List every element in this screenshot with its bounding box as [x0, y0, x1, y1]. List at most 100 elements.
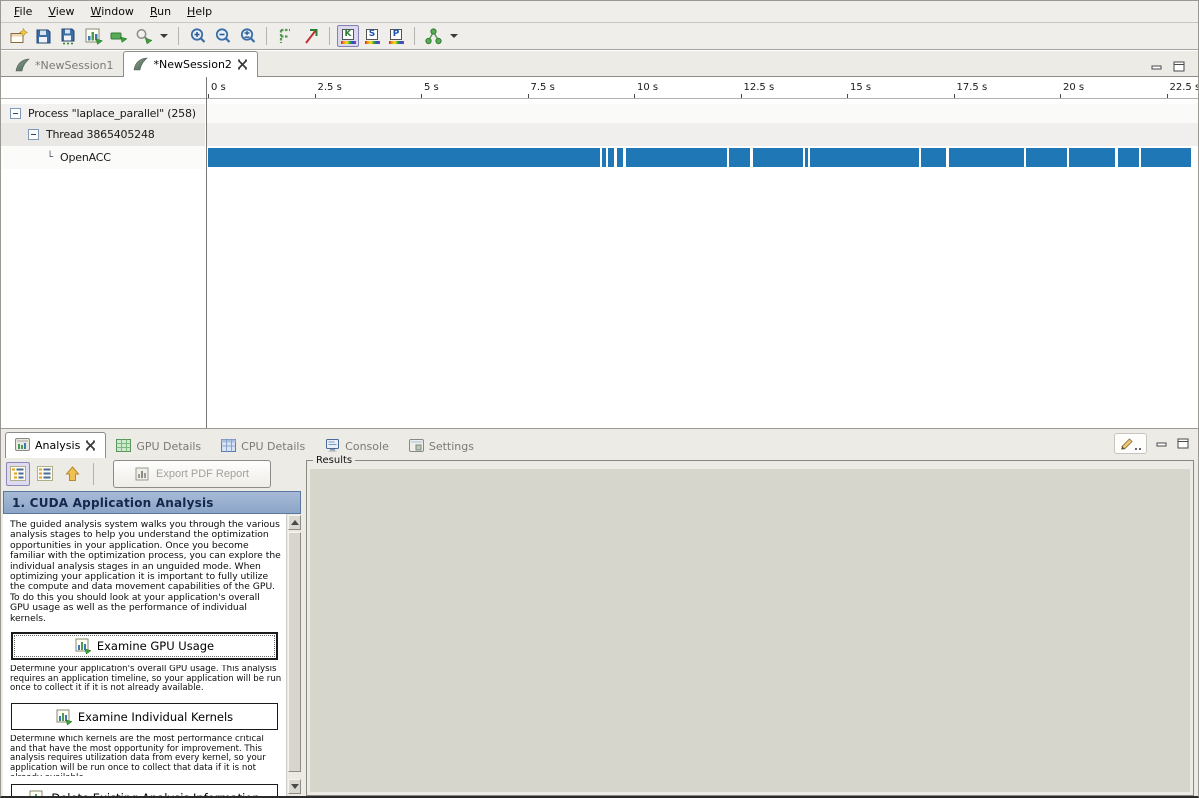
openacc-interval[interactable] — [805, 148, 808, 167]
profile-application-icon[interactable] — [81, 25, 106, 48]
ruler-tick — [421, 94, 422, 98]
ruler-tick — [1060, 94, 1061, 98]
close-icon[interactable] — [85, 440, 96, 451]
analysis-tree-icon[interactable] — [421, 25, 446, 48]
stage-button-label: Examine Individual Kernels — [78, 710, 233, 724]
toolbar-separator — [93, 463, 94, 485]
menu-item-window[interactable]: Window — [83, 2, 142, 21]
openacc-interval[interactable] — [617, 148, 623, 167]
openacc-interval[interactable] — [1069, 148, 1115, 167]
scroll-down-icon[interactable] — [288, 779, 301, 794]
dropdown-caret-icon[interactable] — [160, 34, 168, 38]
panel-tab-cpu-details[interactable]: CPU Details — [211, 434, 315, 458]
ruler-tick — [954, 94, 955, 98]
ruler-tick — [1167, 94, 1168, 98]
kernel-colorby-button[interactable]: K — [337, 25, 359, 47]
tree-timeline-sash[interactable] — [206, 77, 207, 428]
openacc-interval[interactable] — [1141, 148, 1191, 167]
openacc-interval[interactable] — [608, 148, 614, 167]
up-level-icon[interactable] — [60, 462, 84, 486]
scroll-up-icon[interactable] — [288, 515, 301, 530]
console-icon — [325, 439, 340, 455]
panel-tab-analysis[interactable]: Analysis — [5, 432, 106, 458]
bar-chart-icon — [56, 709, 72, 725]
openacc-interval[interactable] — [1026, 148, 1067, 167]
panel-tab-gpu-details[interactable]: GPU Details — [106, 434, 211, 458]
session-tab-newsession2[interactable]: *NewSession2 — [123, 51, 257, 77]
analysis-tab-icon — [15, 438, 30, 454]
scrollbar-thumb[interactable] — [288, 532, 301, 772]
examine-gpu-usage-button[interactable]: Examine GPU Usage — [11, 632, 278, 660]
ruler-tick — [208, 94, 209, 98]
ruler-label: 12.5 s — [744, 82, 775, 93]
openacc-interval[interactable] — [921, 148, 946, 167]
openacc-interval[interactable] — [208, 148, 600, 167]
save-all-icon[interactable] — [56, 25, 81, 48]
filter-marker-icon[interactable] — [273, 25, 298, 48]
timeline-tree-row-thread-3865405248[interactable]: Thread 3865405248 — [1, 123, 205, 146]
openacc-interval[interactable] — [753, 148, 803, 167]
collapse-icon[interactable] — [28, 129, 39, 140]
maximize-icon[interactable] — [1173, 57, 1186, 76]
ruler-label: 2.5 s — [318, 82, 342, 93]
ruler-label: 22.5 s — [1170, 82, 1199, 93]
session-icon — [15, 58, 30, 72]
collapse-icon[interactable] — [10, 108, 21, 119]
ruler-label: 17.5 s — [957, 82, 988, 93]
minimize-icon[interactable] — [1156, 434, 1168, 453]
panel-tab-label: GPU Details — [136, 440, 201, 453]
openacc-interval[interactable] — [626, 148, 727, 167]
close-icon[interactable] — [237, 59, 248, 70]
session-tab-label: *NewSession2 — [153, 58, 231, 71]
openacc-interval[interactable] — [602, 148, 606, 167]
process-colorby-button[interactable]: P — [385, 25, 407, 47]
unguided-analysis-toggle[interactable] — [33, 462, 57, 486]
export-pdf-button[interactable]: Export PDF Report — [113, 460, 271, 488]
stage-body: The guided analysis system walks you thr… — [3, 514, 286, 798]
tree-row-label: OpenACC — [60, 151, 111, 164]
minimize-icon[interactable] — [1151, 57, 1163, 76]
tree-row-label: Thread 3865405248 — [46, 128, 155, 141]
timeline-options-icon[interactable] — [106, 25, 131, 48]
menu-bar: FileViewWindowRunHelp — [1, 1, 1198, 23]
session-tab-bar: *NewSession1 *NewSession2 — [1, 51, 1198, 77]
session-tab-newsession1[interactable]: *NewSession1 — [5, 53, 123, 76]
zoom-fit-icon[interactable] — [235, 25, 260, 48]
analysis-toolbar: Export PDF Report — [1, 458, 303, 490]
tree-row-label: Process "laplace_parallel" (258) — [28, 107, 196, 120]
examine-individual-kernels-button[interactable]: Examine Individual Kernels — [11, 703, 278, 730]
tree-branch-icon: └ — [47, 152, 53, 163]
toolbar-separator — [266, 27, 267, 45]
guided-analysis-toggle[interactable] — [6, 462, 30, 486]
timeline-ruler: 0 s2.5 s5 s7.5 s10 s12.5 s15 s17.5 s20 s… — [1, 79, 1199, 99]
pin-editor-icon[interactable] — [1114, 433, 1147, 454]
openacc-interval[interactable] — [729, 148, 750, 167]
toolbar-separator — [414, 27, 415, 45]
timeline-tree-row-openacc[interactable]: └ OpenACC — [1, 146, 205, 169]
openacc-interval[interactable] — [810, 148, 919, 167]
menu-item-run[interactable]: Run — [142, 2, 179, 21]
session-tab-label: *NewSession1 — [35, 59, 113, 72]
zoom-out-icon[interactable] — [210, 25, 235, 48]
openacc-interval[interactable] — [1118, 148, 1139, 167]
results-label: Results — [313, 455, 355, 466]
bar-chart-icon — [29, 790, 45, 798]
openacc-interval[interactable] — [949, 148, 1024, 167]
stream-colorby-button[interactable]: S — [361, 25, 383, 47]
menu-item-file[interactable]: File — [6, 2, 40, 21]
analysis-intro-text: The guided analysis system walks you thr… — [10, 520, 281, 624]
zoom-in-icon[interactable] — [185, 25, 210, 48]
openacc-interval-track — [208, 148, 1199, 167]
new-session-icon[interactable] — [6, 25, 31, 48]
maximize-icon[interactable] — [1177, 434, 1190, 453]
search-icon[interactable] — [131, 25, 156, 48]
menu-item-view[interactable]: View — [40, 2, 82, 21]
delete-existing-analysis-information-button[interactable]: Delete Existing Analysis Information — [11, 784, 278, 798]
flag-marker-icon[interactable] — [298, 25, 323, 48]
save-icon[interactable] — [31, 25, 56, 48]
menu-item-help[interactable]: Help — [179, 2, 220, 21]
timeline-tree-row-process-laplace-para[interactable]: Process "laplace_parallel" (258) — [1, 104, 205, 123]
ruler-tick — [315, 94, 316, 98]
dropdown-caret-icon[interactable] — [450, 34, 458, 38]
vertical-scrollbar[interactable] — [286, 514, 301, 798]
